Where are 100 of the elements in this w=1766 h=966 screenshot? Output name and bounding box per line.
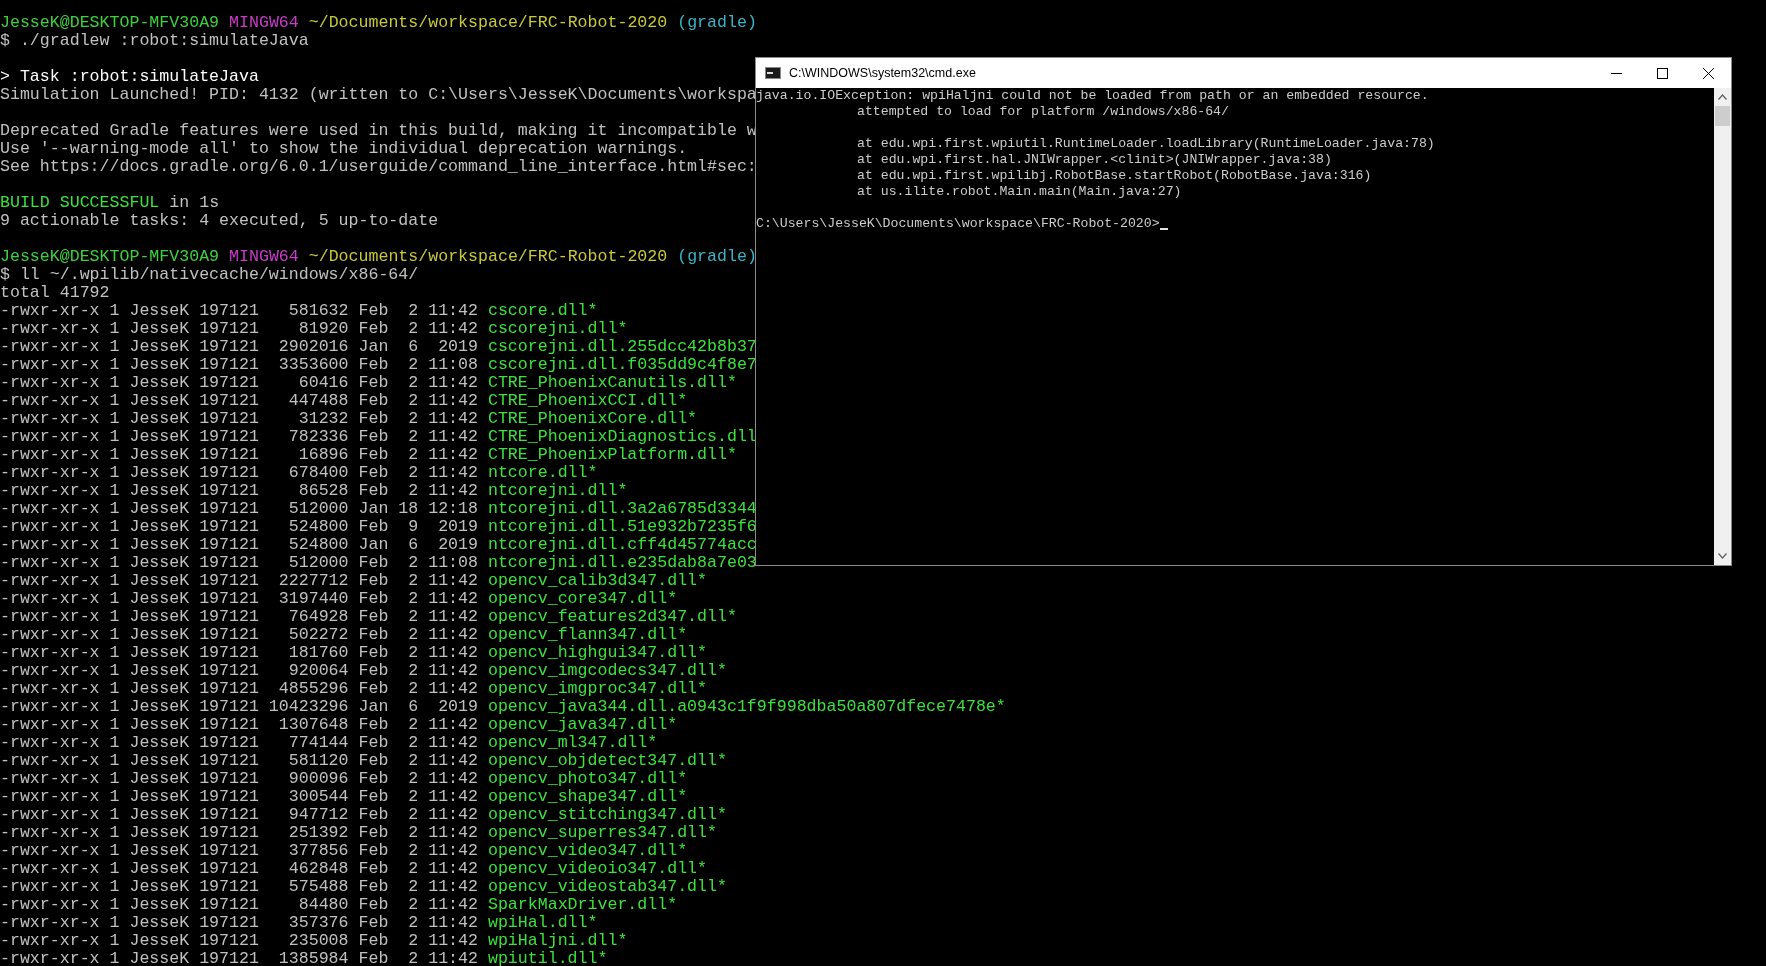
file-details: -rwxr-xr-x 1 JesseK 197121 947712 Feb 2 11:42 [0,805,478,824]
file-details: -rwxr-xr-x 1 JesseK 197121 81920 Feb 2 11:42 [0,319,478,338]
file-details: -rwxr-xr-x 1 JesseK 197121 524800 Jan 6 2019 [0,535,478,554]
text-cursor [1159,228,1168,230]
file-name: ntcorejni.dll.cff4d45774acc [487,535,757,554]
file-name: opencv_core347.dll* [487,589,678,608]
scroll-down-icon[interactable] [1718,553,1727,559]
file-details: -rwxr-xr-x 1 JesseK 197121 10423296 Jan 6 2019 [0,697,478,716]
file-name: CTRE_PhoenixCanutils.dll* [487,373,737,392]
file-details: -rwxr-xr-x 1 JesseK 197121 251392 Feb 2 11:42 [0,823,478,842]
file-name: opencv_highgui347.dll* [487,643,708,662]
file-name: opencv_java344.dll.a0943c1f9f998dba50a807dfece7478e* [487,697,1006,716]
file-name: opencv_photo347.dll* [487,769,688,788]
file-name: CTRE_PhoenixCCI.dll* [487,391,688,410]
file-details: -rwxr-xr-x 1 JesseK 197121 357376 Feb 2 11:42 [0,913,478,932]
file-name: ntcorejni.dll.51e932b7235f6 [487,517,757,536]
file-details: -rwxr-xr-x 1 JesseK 197121 2902016 Jan 6 2019 [0,337,478,356]
file-details: -rwxr-xr-x 1 JesseK 197121 3197440 Feb 2 11:42 [0,589,478,608]
file-details: -rwxr-xr-x 1 JesseK 197121 581120 Feb 2 11:42 [0,751,478,770]
console-text: java.io.IOException: wpiHaljni could not be loaded from path or an embedded resource. [756,88,1429,103]
build-time: in 1s [169,193,220,212]
console-app-icon [765,67,781,79]
prompt-user: JesseK@DESKTOP-MFV30A9 [0,247,220,266]
terminal-text: Simulation Launched! PID: 4132 (written to C:\Users\JesseK\Documents\workspa [0,85,757,104]
terminal-text: 9 actionable tasks: 4 executed, 5 up-to-date [0,211,439,230]
file-name: cscorejni.dll.f035dd9c4f8e7 [487,355,757,374]
file-name: opencv_superres347.dll* [487,823,717,842]
file-name: opencv_calib3d347.dll* [487,571,708,590]
file-name: cscore.dll* [487,301,598,320]
file-details: -rwxr-xr-x 1 JesseK 197121 900096 Feb 2 11:42 [0,769,478,788]
file-details: -rwxr-xr-x 1 JesseK 197121 920064 Feb 2 11:42 [0,661,478,680]
terminal-text: $ ll ~/.wpilib/nativecache/windows/x86-64/ [0,265,419,284]
file-details: -rwxr-xr-x 1 JesseK 197121 462848 Feb 2 11:42 [0,859,478,878]
file-details: -rwxr-xr-x 1 JesseK 197121 502272 Feb 2 11:42 [0,625,478,644]
file-name: opencv_java347.dll* [487,715,678,734]
file-name: opencv_shape347.dll* [487,787,688,806]
file-details: -rwxr-xr-x 1 JesseK 197121 2227712 Feb 2 11:42 [0,571,478,590]
file-name: ntcorejni.dll* [487,481,628,500]
file-name: opencv_ml347.dll* [487,733,658,752]
terminal-text: Use '--warning-mode all' to show the individual deprecation warnings. [0,139,688,158]
console-text: at us.ilite.robot.Main.main(Main.java:27) [857,184,1182,199]
file-name: SparkMaxDriver.dll* [487,895,678,914]
file-name: opencv_stitching347.dll* [487,805,727,824]
prompt-path: ~/Documents/workspace/FRC-Robot-2020 [308,13,668,32]
scrollbar-thumb[interactable] [1715,106,1730,126]
file-details: -rwxr-xr-x 1 JesseK 197121 377856 Feb 2 11:42 [0,841,478,860]
prompt-branch: (gradle) [677,247,757,266]
prompt-branch: (gradle) [677,13,757,32]
console-prompt: C:\Users\JesseK\Documents\workspace\FRC-Robot-2020> [756,216,1160,232]
console-text: attempted to load for platform /windows/x86-64/ [857,104,1229,119]
file-name: opencv_imgcodecs347.dll* [487,661,727,680]
file-details: -rwxr-xr-x 1 JesseK 197121 782336 Feb 2 11:42 [0,427,478,446]
maximize-icon [1656,67,1668,79]
minimize-icon [1610,72,1622,74]
terminal-text: $ ./gradlew :robot:simulateJava [0,31,309,50]
prompt-path: ~/Documents/workspace/FRC-Robot-2020 [308,247,668,266]
prompt-shell: MINGW64 [229,247,299,266]
file-name: opencv_videoio347.dll* [487,859,708,878]
file-details: -rwxr-xr-x 1 JesseK 197121 84480 Feb 2 11:42 [0,895,478,914]
file-details: -rwxr-xr-x 1 JesseK 197121 524800 Feb 9 2019 [0,517,478,536]
file-details: -rwxr-xr-x 1 JesseK 197121 764928 Feb 2 11:42 [0,607,478,626]
close-icon [1702,67,1714,79]
window-title: C:\WINDOWS\system32\cmd.exe [789,64,976,82]
file-details: -rwxr-xr-x 1 JesseK 197121 3353600 Feb 2 11:08 [0,355,478,374]
file-name: opencv_flann347.dll* [487,625,688,644]
file-name: cscorejni.dll* [487,319,628,338]
file-details: -rwxr-xr-x 1 JesseK 197121 575488 Feb 2 11:42 [0,877,478,896]
file-details: -rwxr-xr-x 1 JesseK 197121 235008 Feb 2 11:42 [0,931,478,950]
file-name: wpiHal.dll* [487,913,598,932]
file-name: opencv_objdetect347.dll* [487,751,727,770]
file-name: opencv_videostab347.dll* [487,877,727,896]
file-details: -rwxr-xr-x 1 JesseK 197121 300544 Feb 2 11:42 [0,787,478,806]
file-details: -rwxr-xr-x 1 JesseK 197121 181760 Feb 2 11:42 [0,643,478,662]
file-details: -rwxr-xr-x 1 JesseK 197121 678400 Feb 2 11:42 [0,463,478,482]
file-details: -rwxr-xr-x 1 JesseK 197121 774144 Feb 2 11:42 [0,733,478,752]
file-name: cscorejni.dll.255dcc42b8b37 [487,337,757,356]
file-name: CTRE_PhoenixDiagnostics.dll [487,427,757,446]
task-heading: > Task :robot:simulateJava [0,67,259,86]
file-name: ntcorejni.dll.3a2a6785d3344 [487,499,757,518]
file-details: -rwxr-xr-x 1 JesseK 197121 1307648 Feb 2 11:42 [0,715,478,734]
file-name: CTRE_PhoenixPlatform.dll* [487,445,737,464]
build-status: BUILD SUCCESSFUL [0,193,160,212]
file-name: opencv_features2d347.dll* [487,607,737,626]
file-details: -rwxr-xr-x 1 JesseK 197121 16896 Feb 2 11:42 [0,445,478,464]
file-name: ntcorejni.dll.e235dab8a7e03 [487,553,757,572]
file-details: -rwxr-xr-x 1 JesseK 197121 1385984 Feb 2 11:42 [0,949,478,966]
file-name: CTRE_PhoenixCore.dll* [487,409,698,428]
scroll-up-icon[interactable] [1718,94,1727,100]
prompt-shell: MINGW64 [229,13,299,32]
file-details: -rwxr-xr-x 1 JesseK 197121 31232 Feb 2 11:42 [0,409,478,428]
file-details: -rwxr-xr-x 1 JesseK 197121 86528 Feb 2 11:42 [0,481,478,500]
console-text: at edu.wpi.first.hal.JNIWrapper.<clinit>(JNIWrapper.java:38) [857,152,1332,167]
file-name: wpiutil.dll* [487,949,608,966]
terminal-text: total 41792 [0,283,110,302]
scrollbar[interactable] [1714,88,1731,565]
console-text: at edu.wpi.first.wpilibj.RobotBase.startRobot(RobotBase.java:316) [857,168,1372,183]
console-text: at edu.wpi.first.wpiutil.RuntimeLoader.loadLibrary(RuntimeLoader.java:78) [857,136,1435,151]
file-details: -rwxr-xr-x 1 JesseK 197121 447488 Feb 2 11:42 [0,391,478,410]
file-name: opencv_imgproc347.dll* [487,679,708,698]
file-details: -rwxr-xr-x 1 JesseK 197121 4855296 Feb 2 11:42 [0,679,478,698]
